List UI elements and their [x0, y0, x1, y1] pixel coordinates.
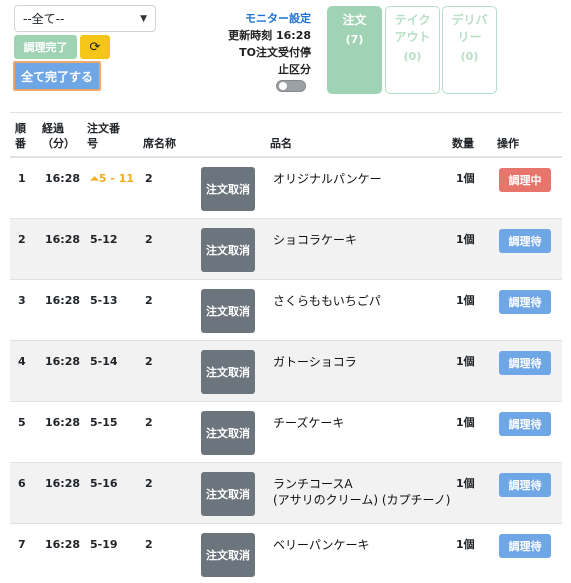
- cancel-order-button[interactable]: 注文取消: [201, 228, 255, 272]
- row-item: ガトーショコラ: [273, 355, 357, 369]
- row-elapsed: 16:28: [45, 477, 81, 490]
- row-item: ショコラケーキ: [273, 233, 358, 247]
- row-no: 4: [18, 355, 26, 368]
- complete-all-button[interactable]: 全て完了する: [13, 61, 101, 91]
- order-table-body: 1 16:28 ⏶5 - 11 2 注文取消 オリジナルパンケー 1個 調理中 …: [10, 158, 562, 583]
- row-qty: 1個: [456, 538, 475, 551]
- row-seat: 2: [145, 294, 153, 307]
- filter-select-value: --全て--: [23, 12, 65, 26]
- row-seat: 2: [145, 172, 153, 185]
- table-row: 2 16:28 5-12 2 注文取消 ショコラケーキ 1個 調理待: [10, 219, 562, 280]
- table-row: 1 16:28 ⏶5 - 11 2 注文取消 オリジナルパンケー 1個 調理中: [10, 158, 562, 219]
- row-item-sub: (アサリのクリーム) (カプチーノ): [273, 493, 451, 507]
- row-seat: 2: [145, 477, 153, 490]
- tab-order[interactable]: 注文 (7): [327, 6, 382, 94]
- row-item: さくらももいちごパ: [273, 294, 381, 308]
- monitor-info: モニター設定 更新時刻 16:28 TO注文受付停 止区分: [228, 10, 311, 78]
- divider: [10, 112, 562, 113]
- row-no: 6: [18, 477, 26, 490]
- cancel-order-button[interactable]: 注文取消: [201, 533, 255, 577]
- to-stop-label-1: TO注文受付停: [239, 46, 311, 59]
- row-seat: 2: [145, 355, 153, 368]
- row-no: 1: [18, 172, 26, 185]
- row-elapsed: 16:28: [45, 416, 81, 429]
- chevron-down-icon: ▼: [140, 13, 147, 24]
- status-button[interactable]: 調理待: [499, 290, 551, 314]
- cancel-order-button[interactable]: 注文取消: [201, 289, 255, 333]
- cancel-order-button[interactable]: 注文取消: [201, 411, 255, 455]
- header-elapsed: 経過（分）: [42, 122, 75, 150]
- status-button[interactable]: 調理待: [499, 351, 551, 375]
- row-order-no: ⏶5 - 11: [90, 172, 134, 185]
- row-qty: 1個: [456, 355, 475, 368]
- header-seat: 席名称: [143, 137, 176, 150]
- row-elapsed: 16:28: [45, 172, 81, 185]
- refresh-button[interactable]: ⟳: [80, 35, 110, 59]
- row-item: ランチコースA (アサリのクリーム) (カプチーノ): [273, 476, 450, 508]
- table-header: 順番 経過（分） 注文番号 席名称 品名 数量 操作: [10, 114, 562, 158]
- row-item: チーズケーキ: [273, 416, 345, 430]
- row-qty: 1個: [456, 416, 475, 429]
- tab-takeout-count: (0): [403, 50, 422, 63]
- monitor-settings-link[interactable]: モニター設定: [228, 10, 311, 27]
- cancel-order-button[interactable]: 注文取消: [201, 472, 255, 516]
- status-button[interactable]: 調理待: [499, 473, 551, 497]
- table-row: 6 16:28 5-16 2 注文取消 ランチコースA (アサリのクリーム) (カ…: [10, 463, 562, 524]
- cancel-order-button[interactable]: 注文取消: [201, 350, 255, 394]
- alert-bell-icon: ⏶: [90, 172, 99, 185]
- row-qty: 1個: [456, 477, 475, 490]
- to-stop-label-2: 止区分: [278, 63, 311, 76]
- table-row: 3 16:28 5-13 2 注文取消 さくらももいちごパ 1個 調理待: [10, 280, 562, 341]
- row-order-no: 5-13: [90, 294, 118, 307]
- header-ops: 操作: [497, 137, 519, 150]
- row-no: 3: [18, 294, 26, 307]
- status-button[interactable]: 調理中: [499, 168, 551, 192]
- filter-select[interactable]: --全て-- ▼: [14, 5, 156, 32]
- cancel-order-button[interactable]: 注文取消: [201, 167, 255, 211]
- row-order-no: 5-14: [90, 355, 118, 368]
- row-no: 5: [18, 416, 26, 429]
- tab-order-label: 注文: [342, 13, 367, 27]
- row-elapsed: 16:28: [45, 355, 81, 368]
- table-row: 5 16:28 5-15 2 注文取消 チーズケーキ 1個 調理待: [10, 402, 562, 463]
- table-row: 7 16:28 5-19 2 注文取消 ベリーパンケーキ 1個 調理待: [10, 524, 562, 583]
- row-seat: 2: [145, 233, 153, 246]
- row-seat: 2: [145, 416, 153, 429]
- status-button[interactable]: 調理待: [499, 229, 551, 253]
- row-item: オリジナルパンケー: [273, 172, 382, 186]
- row-qty: 1個: [456, 233, 475, 246]
- tab-delivery[interactable]: デリバリー (0): [442, 6, 497, 94]
- header-order-no: 注文番号: [87, 122, 120, 150]
- row-item-main: ランチコースA: [273, 477, 353, 491]
- row-elapsed: 16:28: [45, 233, 81, 246]
- row-order-no: 5-15: [90, 416, 118, 429]
- table-row: 4 16:28 5-14 2 注文取消 ガトーショコラ 1個 調理待: [10, 341, 562, 402]
- row-qty: 1個: [456, 294, 475, 307]
- update-time: 更新時刻 16:28: [228, 29, 311, 42]
- row-qty: 1個: [456, 172, 475, 185]
- row-item: ベリーパンケーキ: [273, 538, 370, 552]
- tab-takeout[interactable]: テイクアウト (0): [385, 6, 440, 94]
- tab-delivery-count: (0): [460, 50, 479, 63]
- to-stop-toggle[interactable]: [276, 80, 306, 92]
- header-qty: 数量: [452, 137, 474, 150]
- row-order-no: 5-12: [90, 233, 118, 246]
- row-no: 2: [18, 233, 26, 246]
- row-order-no: 5-19: [90, 538, 118, 551]
- row-order-no: 5-16: [90, 477, 118, 490]
- header-no: 順番: [15, 122, 26, 150]
- row-elapsed: 16:28: [45, 294, 81, 307]
- tab-takeout-label: テイクアウト: [394, 13, 431, 44]
- tab-delivery-label: デリバリー: [451, 13, 488, 44]
- status-button[interactable]: 調理待: [499, 412, 551, 436]
- header-item: 品名: [270, 137, 292, 150]
- row-no: 7: [18, 538, 26, 551]
- tab-order-count: (7): [345, 33, 364, 46]
- complete-button[interactable]: 調理完了: [14, 35, 77, 59]
- row-elapsed: 16:28: [45, 538, 81, 551]
- row-seat: 2: [145, 538, 153, 551]
- refresh-icon: ⟳: [89, 39, 101, 55]
- status-button[interactable]: 調理待: [499, 534, 551, 558]
